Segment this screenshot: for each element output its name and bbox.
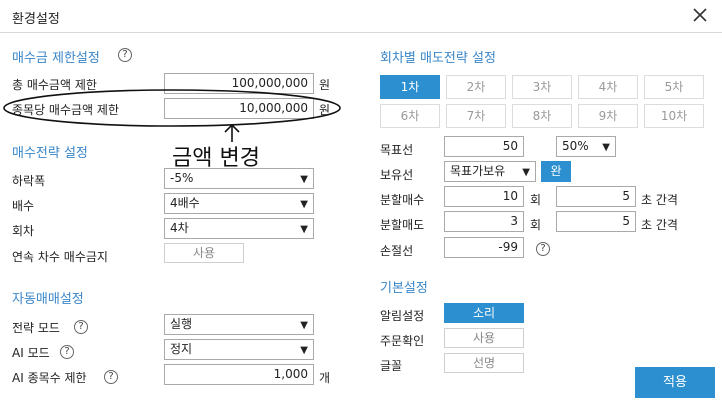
strategy-mode-select-value: 실행 (170, 317, 193, 331)
consecutive-buy-ban-button[interactable]: 사용 (164, 243, 244, 263)
rounds-label: 회차 (12, 224, 35, 238)
dropdown-arrow-icon: ▼ (522, 167, 530, 178)
consecutive-buy-ban-label: 연속 차수 매수금지 (12, 250, 108, 264)
hold-line-label: 보유선 (380, 168, 414, 182)
basic-settings-section-title: 기본설정 (380, 281, 428, 296)
window-title: 환경설정 (12, 12, 60, 27)
split-buy-count-input[interactable]: 10 (444, 186, 524, 207)
interval-unit: 초 간격 (641, 218, 678, 232)
ai-mode-select[interactable]: 정지 ▼ (164, 339, 314, 360)
split-sell-count-input[interactable]: 3 (444, 211, 524, 232)
target-line-label: 목표선 (380, 143, 414, 157)
split-buy-label: 분할매수 (380, 193, 425, 207)
strategy-mode-select[interactable]: 실행 ▼ (164, 314, 314, 335)
dropdown-arrow-icon: ▼ (300, 224, 308, 235)
strategy-mode-label: 전략 모드 (12, 321, 60, 335)
buy-limit-section-title: 매수금 제한설정 (12, 51, 100, 66)
help-icon[interactable]: ? (118, 48, 132, 62)
hold-line-value: 목표가보유 (450, 164, 506, 178)
tab-round-1[interactable]: 1차 (380, 75, 440, 99)
tab-round-10[interactable]: 10차 (644, 104, 704, 128)
order-confirm-button[interactable]: 사용 (444, 328, 524, 348)
multiplier-select-value: 4배수 (170, 196, 200, 210)
target-percent-value: 50% (562, 139, 589, 153)
ai-item-limit-label: AI 종목수 제한 (12, 371, 87, 385)
multiplier-label: 배수 (12, 199, 35, 213)
drop-label: 하락폭 (12, 174, 46, 188)
ai-mode-select-value: 정지 (170, 342, 193, 356)
dropdown-arrow-icon: ▼ (300, 345, 308, 356)
tab-round-7[interactable]: 7차 (446, 104, 506, 128)
dropdown-arrow-icon: ▼ (300, 320, 308, 331)
dropdown-arrow-icon: ▼ (300, 199, 308, 210)
count-unit: 회 (530, 193, 542, 207)
help-icon[interactable]: ? (536, 242, 550, 256)
split-sell-interval-input[interactable]: 5 (556, 211, 636, 232)
close-icon[interactable] (690, 5, 710, 25)
tab-round-5[interactable]: 5차 (644, 75, 704, 99)
interval-unit: 초 간격 (641, 193, 678, 207)
alarm-setting-label: 알림설정 (380, 309, 425, 323)
ai-mode-label: AI 모드 (12, 346, 50, 360)
tab-round-9[interactable]: 9차 (578, 104, 638, 128)
tab-round-4[interactable]: 4차 (578, 75, 638, 99)
order-confirm-label: 주문확인 (380, 334, 425, 348)
buy-strategy-section-title: 매수전략 설정 (12, 146, 88, 161)
item-count-unit: 개 (319, 371, 331, 385)
font-label: 글꼴 (380, 359, 403, 373)
tab-round-3[interactable]: 3차 (512, 75, 572, 99)
dropdown-arrow-icon: ▼ (602, 142, 610, 153)
alarm-sound-button[interactable]: 소리 (444, 303, 524, 323)
ai-item-limit-input[interactable]: 1,000 (164, 364, 314, 385)
rounds-select-value: 4차 (170, 221, 189, 235)
drop-select[interactable]: -5% ▼ (164, 168, 314, 189)
tab-round-6[interactable]: 6차 (380, 104, 440, 128)
multiplier-select[interactable]: 4배수 ▼ (164, 193, 314, 214)
target-percent-select[interactable]: 50% ▼ (556, 136, 616, 157)
tab-round-2[interactable]: 2차 (446, 75, 506, 99)
help-icon[interactable]: ? (74, 320, 88, 334)
sell-strategy-section-title: 회차별 매도전략 설정 (380, 51, 496, 66)
split-sell-label: 분할매도 (380, 218, 425, 232)
auto-trade-section-title: 자동매매설정 (12, 292, 84, 307)
rounds-select[interactable]: 4차 ▼ (164, 218, 314, 239)
annotation-ellipse (3, 89, 341, 127)
help-icon[interactable]: ? (60, 345, 74, 359)
font-button[interactable]: 선명 (444, 353, 524, 373)
stop-loss-input[interactable]: -99 (444, 237, 524, 258)
title-bar (0, 0, 722, 33)
apply-button[interactable]: 적용 (635, 367, 715, 398)
hold-line-select[interactable]: 목표가보유 ▼ (444, 161, 536, 182)
drop-select-value: -5% (170, 171, 194, 185)
target-line-input[interactable]: 50 (444, 136, 524, 157)
dropdown-arrow-icon: ▼ (300, 174, 308, 185)
hold-line-complete-button[interactable]: 완 (541, 161, 571, 182)
tab-round-8[interactable]: 8차 (512, 104, 572, 128)
stop-loss-label: 손절선 (380, 244, 414, 258)
count-unit: 회 (530, 218, 542, 232)
help-icon[interactable]: ? (104, 370, 118, 384)
split-buy-interval-input[interactable]: 5 (556, 186, 636, 207)
